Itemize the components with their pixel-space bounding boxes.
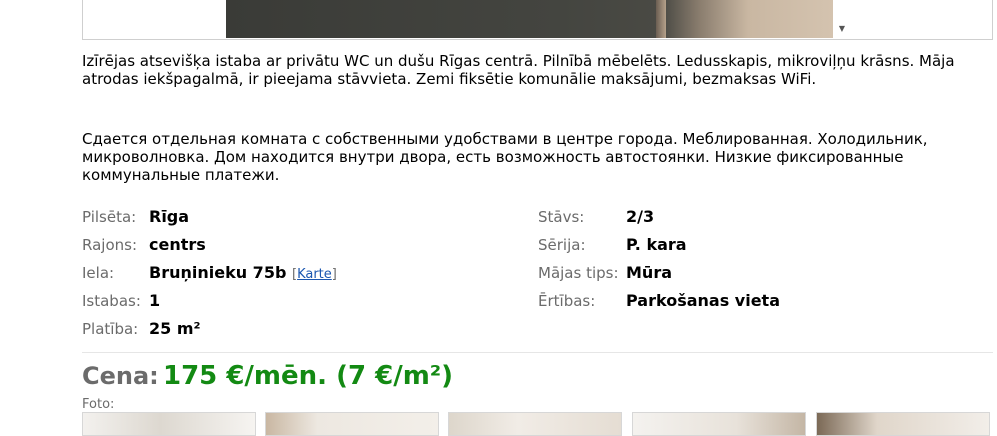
photo-thumbnail[interactable] [82, 412, 256, 436]
photos-label: Foto: [82, 397, 115, 412]
amenities-label: Ērtības: [538, 292, 596, 310]
street-value: Bruņinieku 75b [149, 263, 287, 282]
city-label: Pilsēta: [82, 208, 137, 226]
price-label: Cena: [82, 362, 159, 390]
photo-thumbnail[interactable] [448, 412, 622, 436]
divider [82, 352, 993, 353]
photo-thumbnail[interactable] [632, 412, 806, 436]
rooms-value: 1 [149, 291, 161, 310]
description-lv: Izīrējas atsevišķa istaba ar privātu WC … [82, 52, 955, 88]
house-type-label: Mājas tips: [538, 264, 619, 282]
street-row: Bruņinieku 75b [Karte] [149, 264, 337, 284]
description-ru: Сдается отдельная комната с собственными… [82, 130, 928, 184]
district-value: centrs [149, 235, 206, 254]
series-value: P. kara [626, 235, 687, 254]
area-value: 25 m² [149, 319, 201, 338]
main-photo[interactable] [226, 0, 833, 38]
street-label: Iela: [82, 264, 115, 282]
area-label: Platība: [82, 320, 139, 338]
rooms-label: Istabas: [82, 292, 141, 310]
house-type-value: Mūra [626, 263, 672, 282]
map-link[interactable]: Karte [297, 267, 332, 282]
city-value: Rīga [149, 207, 190, 226]
photo-thumbnail[interactable] [265, 412, 439, 436]
district-label: Rajons: [82, 236, 138, 254]
image-viewer[interactable]: ▼ [82, 0, 993, 40]
amenities-value: Parkošanas vieta [626, 291, 780, 310]
chevron-down-icon[interactable]: ▼ [835, 22, 849, 36]
map-link-wrapper: [Karte] [291, 267, 337, 282]
floor-label: Stāvs: [538, 208, 585, 226]
photo-thumbnail[interactable] [816, 412, 990, 436]
series-label: Sērija: [538, 236, 586, 254]
price-value: 175 €/mēn. (7 €/m²) [163, 361, 454, 391]
floor-value: 2/3 [626, 207, 655, 226]
